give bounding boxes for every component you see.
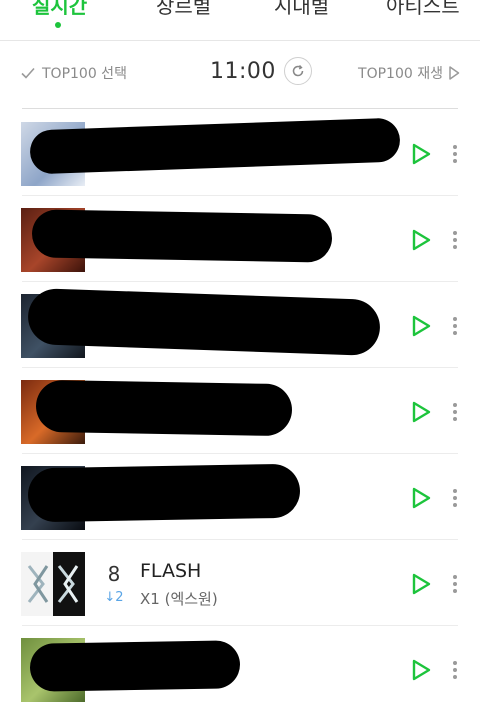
play-icon[interactable] (409, 572, 433, 596)
tab-genre[interactable]: 장르별 (156, 0, 211, 19)
more-options-icon[interactable] (450, 143, 460, 165)
x1-logo-icon (27, 565, 79, 603)
check-icon (21, 67, 35, 79)
refresh-icon (292, 64, 304, 77)
tab-bar: 실시간 장르별 시대별 아티스트 (0, 0, 480, 41)
song-row[interactable] (0, 626, 480, 712)
tab-artist[interactable]: 아티스트 (386, 0, 460, 19)
rank-number: 8 (107, 562, 121, 586)
redaction-mark (27, 463, 301, 523)
song-row[interactable] (0, 454, 480, 540)
song-row[interactable] (0, 110, 480, 196)
play-outline-icon (449, 66, 460, 80)
more-options-icon[interactable] (450, 229, 460, 251)
chart-action-row: TOP100 선택 11:00 TOP100 재생 (0, 41, 480, 107)
song-row[interactable] (0, 196, 480, 282)
song-title: FLASH (140, 560, 202, 582)
song-row[interactable] (0, 282, 480, 368)
play-icon[interactable] (409, 400, 433, 424)
more-options-icon[interactable] (450, 401, 460, 423)
tab-realtime[interactable]: 실시간 (32, 0, 87, 19)
active-tab-indicator (55, 22, 61, 28)
select-top100-label: TOP100 선택 (42, 66, 127, 82)
redaction-mark (29, 117, 401, 175)
play-icon[interactable] (409, 142, 433, 166)
play-icon[interactable] (409, 486, 433, 510)
play-top100-button[interactable]: TOP100 재생 (358, 63, 460, 83)
tab-era[interactable]: 시대별 (274, 0, 329, 19)
more-options-icon[interactable] (450, 659, 460, 681)
chart-time: 11:00 (210, 57, 312, 85)
more-options-icon[interactable] (450, 573, 460, 595)
song-info[interactable]: FLASH X1 (엑스원) (140, 560, 218, 609)
play-icon[interactable] (409, 228, 433, 252)
select-top100-button[interactable]: TOP100 선택 (20, 63, 127, 83)
redaction-mark (29, 640, 241, 692)
redaction-mark (35, 379, 293, 437)
chart-time-label: 11:00 (210, 58, 276, 84)
play-icon[interactable] (409, 658, 433, 682)
divider (22, 108, 458, 109)
play-top100-label: TOP100 재생 (358, 66, 443, 82)
rank-block: 8 ↓2 (100, 562, 128, 605)
more-options-icon[interactable] (450, 315, 460, 337)
refresh-button[interactable] (283, 57, 312, 85)
song-row[interactable] (0, 368, 480, 454)
song-row[interactable]: 8 ↓2 FLASH X1 (엑스원) (0, 540, 480, 626)
redaction-mark (31, 209, 333, 263)
rank-change: ↓2 (104, 590, 124, 605)
play-icon[interactable] (409, 314, 433, 338)
song-artist[interactable]: X1 (엑스원) (140, 588, 218, 609)
album-cover (21, 552, 85, 616)
more-options-icon[interactable] (450, 487, 460, 509)
